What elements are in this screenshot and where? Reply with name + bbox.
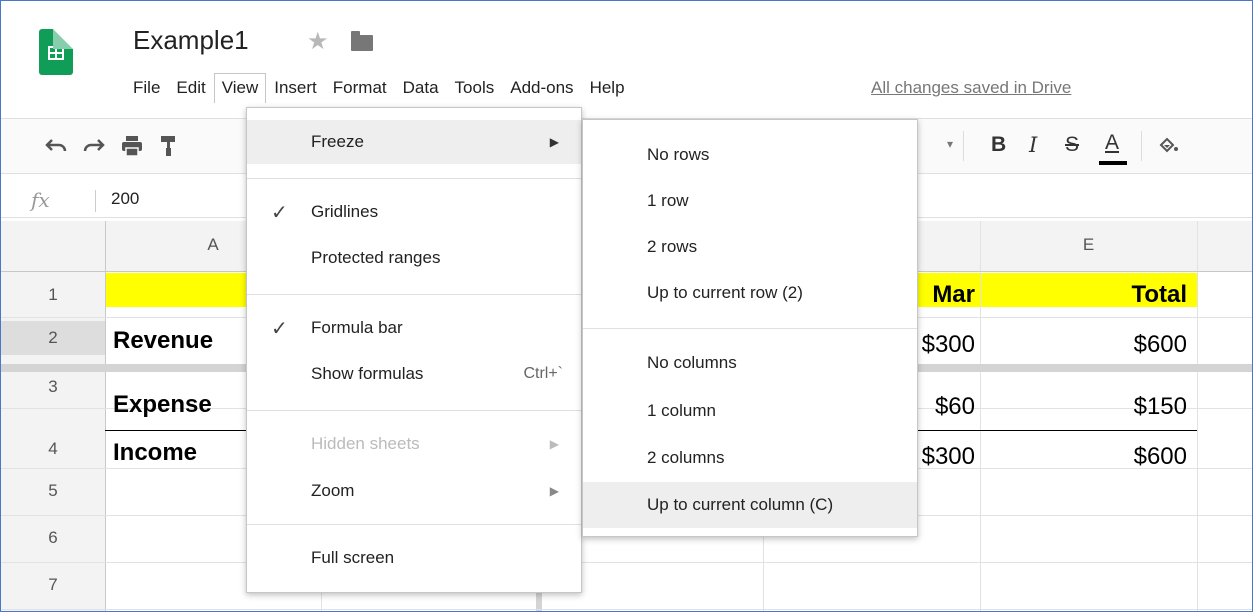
cell-e4[interactable]: $600 — [991, 443, 1187, 471]
menu-full-screen-label: Full screen — [311, 548, 395, 567]
cell-a2[interactable]: Revenue — [113, 327, 213, 355]
print-icon[interactable] — [121, 135, 143, 157]
save-status-link[interactable]: All changes saved in Drive — [871, 78, 1071, 98]
menu-separator — [247, 524, 581, 525]
row-header-5[interactable]: 5 — [1, 481, 105, 501]
row-header-2[interactable]: 2 — [1, 321, 105, 355]
menu-insert[interactable]: Insert — [266, 73, 325, 103]
bold-icon[interactable]: B — [991, 133, 1006, 157]
row-header-7[interactable]: 7 — [1, 575, 105, 595]
shortcut-label: Ctrl+` — [523, 365, 563, 382]
menu-show-formulas[interactable]: Show formulas Ctrl+` — [247, 352, 581, 396]
italic-icon[interactable]: I — [1029, 133, 1037, 157]
menu-view[interactable]: View — [213, 73, 267, 103]
freeze-1-column[interactable]: 1 column — [583, 388, 917, 434]
freeze-2-rows[interactable]: 2 rows — [583, 224, 917, 270]
menu-tools[interactable]: Tools — [447, 73, 503, 103]
undo-icon[interactable] — [45, 138, 67, 154]
freeze-2-rows-label: 2 rows — [647, 237, 698, 256]
freeze-no-rows-label: No rows — [647, 145, 710, 164]
row-header-3[interactable]: 3 — [1, 377, 105, 397]
menu-data[interactable]: Data — [395, 73, 447, 103]
column-header-e[interactable]: E — [980, 235, 1197, 255]
row-header-column — [1, 221, 105, 611]
row-header-4[interactable]: 4 — [1, 439, 105, 459]
formula-divider — [95, 190, 96, 212]
fx-icon: fx — [31, 188, 50, 212]
check-icon: ✓ — [271, 202, 288, 224]
freeze-2-columns-label: 2 columns — [647, 448, 725, 467]
cell-d1[interactable]: Mar — [911, 281, 975, 309]
text-color-swatch — [1099, 161, 1127, 165]
menu-formula-bar[interactable]: ✓ Formula bar — [247, 306, 581, 350]
freeze-1-column-label: 1 column — [647, 401, 716, 420]
menu-help[interactable]: Help — [582, 73, 633, 103]
cell-a4[interactable]: Income — [113, 439, 197, 467]
submenu-arrow-icon: ▶ — [549, 484, 559, 498]
menu-hidden-sheets: Hidden sheets ▶ — [247, 422, 581, 466]
star-icon[interactable]: ★ — [307, 27, 329, 56]
cell-a3[interactable]: Expense — [113, 391, 212, 419]
menu-separator — [247, 294, 581, 295]
row-header-1[interactable]: 1 — [1, 285, 105, 305]
freeze-1-row-label: 1 row — [647, 191, 689, 210]
cell-e1[interactable]: Total — [991, 281, 1187, 309]
menu-separator — [583, 328, 917, 329]
text-color-icon[interactable]: A — [1105, 131, 1119, 155]
freeze-no-columns[interactable]: No columns — [583, 340, 917, 386]
document-title[interactable]: Example1 — [133, 25, 249, 56]
freeze-1-row[interactable]: 1 row — [583, 178, 917, 224]
menu-addons[interactable]: Add-ons — [502, 73, 581, 103]
menu-file[interactable]: File — [125, 73, 168, 103]
fill-color-icon[interactable] — [1157, 135, 1179, 157]
menu-hidden-sheets-label: Hidden sheets — [311, 434, 420, 453]
freeze-current-column[interactable]: Up to current column (C) — [583, 482, 917, 528]
menu-bar: File Edit View Insert Format Data Tools … — [125, 73, 633, 103]
freeze-current-row[interactable]: Up to current row (2) — [583, 270, 917, 316]
check-icon: ✓ — [271, 318, 288, 340]
strikethrough-icon[interactable]: S — [1065, 133, 1079, 157]
menu-edit[interactable]: Edit — [168, 73, 213, 103]
menu-separator — [247, 178, 581, 179]
freeze-current-column-label: Up to current column (C) — [647, 495, 834, 514]
app-window: Example1 ★ File Edit View Insert Format … — [0, 0, 1253, 612]
sheets-logo-icon[interactable] — [39, 29, 73, 75]
menu-format[interactable]: Format — [325, 73, 395, 103]
freeze-current-row-label: Up to current row (2) — [647, 283, 803, 302]
gridline — [1, 562, 1252, 563]
gridline — [980, 221, 981, 611]
submenu-arrow-icon: ▶ — [549, 437, 559, 451]
menu-show-formulas-label: Show formulas — [311, 364, 424, 383]
menu-freeze-label: Freeze — [311, 132, 364, 151]
menu-zoom-label: Zoom — [311, 481, 355, 500]
view-menu: Freeze ▶ ✓ Gridlines Protected ranges ✓ … — [246, 107, 582, 593]
freeze-submenu: No rows 1 row 2 rows Up to current row (… — [582, 119, 918, 537]
freeze-2-columns[interactable]: 2 columns — [583, 435, 917, 481]
menu-gridlines-label: Gridlines — [311, 202, 379, 221]
menu-formula-bar-label: Formula bar — [311, 318, 403, 337]
gridline — [1, 609, 1252, 610]
menu-zoom[interactable]: Zoom ▶ — [247, 469, 581, 513]
freeze-no-columns-label: No columns — [647, 353, 737, 372]
freeze-no-rows[interactable]: No rows — [583, 132, 917, 178]
menu-protected-ranges-label: Protected ranges — [311, 248, 441, 267]
toolbar-divider — [963, 131, 964, 161]
row-header-6[interactable]: 6 — [1, 528, 105, 548]
toolbar-divider — [1141, 131, 1142, 161]
menu-gridlines[interactable]: ✓ Gridlines — [247, 190, 581, 234]
gridline — [1197, 221, 1198, 611]
redo-icon[interactable] — [83, 138, 105, 154]
menu-freeze[interactable]: Freeze ▶ — [247, 120, 581, 164]
menu-separator — [247, 410, 581, 411]
cell-e2[interactable]: $600 — [991, 331, 1187, 359]
dropdown-caret-icon[interactable]: ▾ — [947, 137, 953, 151]
menu-full-screen[interactable]: Full screen — [247, 536, 581, 580]
paint-format-icon[interactable] — [161, 135, 175, 157]
folder-icon[interactable] — [351, 31, 373, 51]
gridline — [105, 221, 106, 611]
formula-input[interactable]: 200 — [111, 189, 139, 209]
menu-protected-ranges[interactable]: Protected ranges — [247, 236, 581, 280]
cell-e3[interactable]: $150 — [991, 393, 1187, 421]
submenu-arrow-icon: ▶ — [549, 135, 559, 149]
